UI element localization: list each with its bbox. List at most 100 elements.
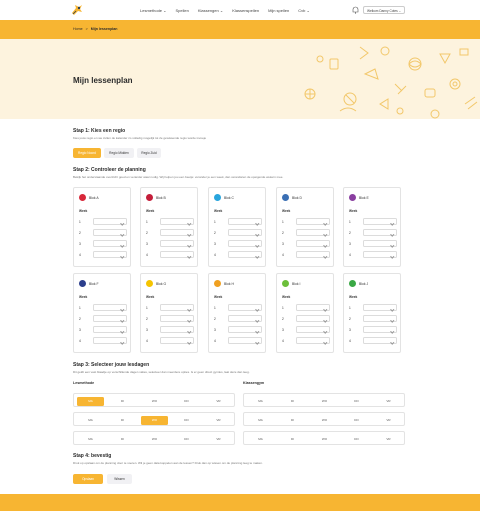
region-button-zuid[interactable]: Regio Zuid <box>137 148 161 158</box>
week-select[interactable] <box>160 315 194 322</box>
week-row: 1 <box>282 218 330 225</box>
week-select[interactable] <box>160 304 194 311</box>
week-select[interactable] <box>93 240 127 247</box>
logo-icon[interactable] <box>70 4 84 16</box>
day-toggle-wo[interactable]: WO <box>311 415 338 425</box>
week-select[interactable] <box>296 315 330 322</box>
week-select[interactable] <box>93 337 127 344</box>
day-toggle-vr[interactable]: VR <box>375 434 402 444</box>
week-select[interactable] <box>228 326 262 333</box>
week-number: 4 <box>349 339 351 343</box>
day-toggle-do[interactable]: DO <box>173 434 200 444</box>
nav-item-klassengen[interactable]: Klassengen ⌄ <box>198 8 223 13</box>
user-menu-button[interactable]: Welkom Danny Cotes ⌄ <box>363 6 406 14</box>
week-select[interactable] <box>93 229 127 236</box>
week-select[interactable] <box>160 326 194 333</box>
week-select[interactable] <box>93 251 127 258</box>
day-toggle-di[interactable]: DI <box>109 396 136 406</box>
save-button[interactable]: Opslaan <box>73 474 103 484</box>
week-select[interactable] <box>228 251 262 258</box>
week-number: 3 <box>349 328 351 332</box>
day-toggle-do[interactable]: DO <box>173 396 200 406</box>
day-toggle-di[interactable]: DI <box>109 434 136 444</box>
week-select[interactable] <box>363 315 397 322</box>
day-toggle-do[interactable]: DO <box>343 396 370 406</box>
week-select[interactable] <box>160 218 194 225</box>
day-toggle-vr[interactable]: VR <box>375 415 402 425</box>
week-select[interactable] <box>296 240 330 247</box>
region-button-midden[interactable]: Regio Midden <box>104 148 134 158</box>
week-select[interactable] <box>228 240 262 247</box>
week-row: 3 <box>146 326 194 333</box>
nav-item-mijn-spellen[interactable]: Mijn spellen <box>268 8 289 13</box>
day-toggle-ma[interactable]: MA <box>77 415 104 425</box>
day-toggle-ma[interactable]: MA <box>247 396 274 406</box>
day-toggle-wo[interactable]: WO <box>141 396 168 406</box>
nav-item-spellen[interactable]: Spellen <box>175 8 188 13</box>
week-select[interactable] <box>363 251 397 258</box>
week-select[interactable] <box>228 315 262 322</box>
week-row: 3 <box>349 326 397 333</box>
week-select[interactable] <box>228 304 262 311</box>
nav-item-cvb[interactable]: Cvb ⌄ <box>298 8 310 13</box>
step1-description: Kies jouw regio en we zullen de kalender… <box>73 136 207 140</box>
week-select[interactable] <box>363 304 397 311</box>
week-select[interactable] <box>93 315 127 322</box>
day-toggle-ma[interactable]: MA <box>77 396 104 406</box>
day-toggle-vr[interactable]: VR <box>375 396 402 406</box>
week-number: 2 <box>349 317 351 321</box>
klassengym-label: Klassengym <box>243 381 265 385</box>
week-number: 1 <box>214 306 216 310</box>
lesmethode-day-row: MA DI WO DO VR <box>73 431 235 445</box>
week-select[interactable] <box>296 304 330 311</box>
day-toggle-do[interactable]: DO <box>173 415 200 425</box>
week-select[interactable] <box>363 218 397 225</box>
week-select[interactable] <box>93 326 127 333</box>
week-select[interactable] <box>363 240 397 247</box>
day-toggle-ma[interactable]: MA <box>247 434 274 444</box>
region-button-noord[interactable]: Regio Noord <box>73 148 101 158</box>
week-select[interactable] <box>160 337 194 344</box>
week-select[interactable] <box>296 326 330 333</box>
day-toggle-wo[interactable]: WO <box>311 396 338 406</box>
week-select[interactable] <box>93 218 127 225</box>
day-toggle-di[interactable]: DI <box>109 415 136 425</box>
block-name: Blok B <box>156 196 166 200</box>
week-select[interactable] <box>363 326 397 333</box>
day-toggle-vr[interactable]: VR <box>205 434 232 444</box>
day-toggle-ma[interactable]: MA <box>247 415 274 425</box>
day-toggle-di[interactable]: DI <box>279 434 306 444</box>
nav-item-lesmethode[interactable]: Lesmethode ⌄ <box>140 8 166 13</box>
week-number: 4 <box>282 253 284 257</box>
day-toggle-di[interactable]: DI <box>279 415 306 425</box>
week-select[interactable] <box>228 218 262 225</box>
day-toggle-di[interactable]: DI <box>279 396 306 406</box>
week-select[interactable] <box>296 229 330 236</box>
day-toggle-vr[interactable]: VR <box>205 396 232 406</box>
day-toggle-do[interactable]: DO <box>343 434 370 444</box>
clear-button[interactable]: Wissen <box>107 474 132 484</box>
day-toggle-vr[interactable]: VR <box>205 415 232 425</box>
week-select[interactable] <box>363 229 397 236</box>
week-select[interactable] <box>228 229 262 236</box>
week-number: 4 <box>146 339 148 343</box>
week-select[interactable] <box>93 304 127 311</box>
week-select[interactable] <box>296 218 330 225</box>
week-number: 3 <box>79 328 81 332</box>
week-select[interactable] <box>363 337 397 344</box>
week-select[interactable] <box>228 337 262 344</box>
breadcrumb-home[interactable]: Home <box>73 27 83 31</box>
week-select[interactable] <box>160 251 194 258</box>
day-toggle-wo[interactable]: WO <box>141 434 168 444</box>
nav-item-klassenspellen[interactable]: Klassenspellen <box>232 8 259 13</box>
day-toggle-ma[interactable]: MA <box>77 434 104 444</box>
week-label: Week <box>349 295 358 299</box>
day-toggle-do[interactable]: DO <box>343 415 370 425</box>
day-toggle-wo[interactable]: WO <box>141 415 168 425</box>
week-select[interactable] <box>296 337 330 344</box>
week-select[interactable] <box>160 229 194 236</box>
day-toggle-wo[interactable]: WO <box>311 434 338 444</box>
week-select[interactable] <box>296 251 330 258</box>
week-select[interactable] <box>160 240 194 247</box>
bell-icon[interactable] <box>352 6 359 14</box>
